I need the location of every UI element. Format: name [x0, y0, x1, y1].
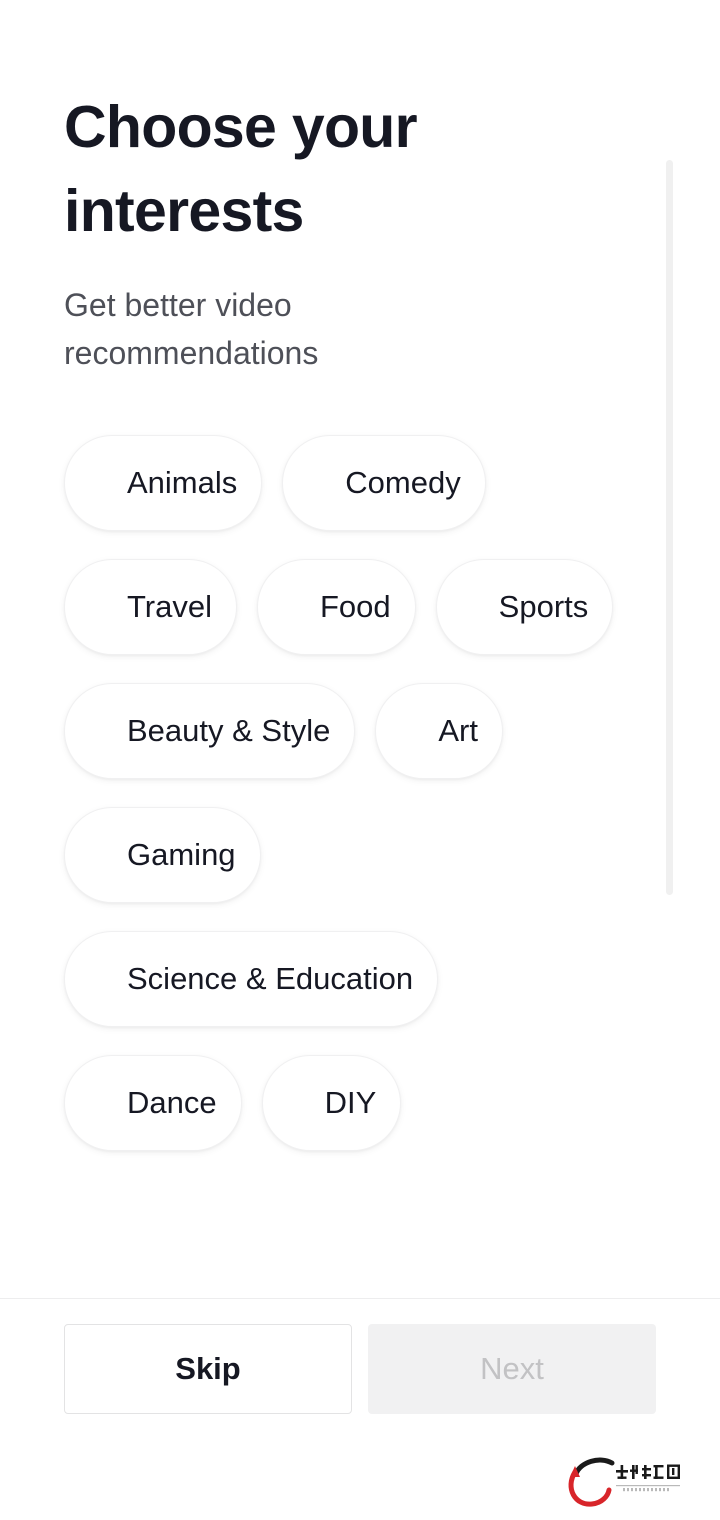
interest-chip-diy[interactable]: DIY [261, 1055, 402, 1151]
interest-chip-science-and-education[interactable]: Science & Education [64, 931, 439, 1027]
chip-label: Food [319, 589, 391, 624]
interest-chip-travel[interactable]: Travel [64, 559, 237, 655]
next-button: Next [368, 1324, 656, 1414]
page-subtitle: Get better video recommendations [64, 287, 319, 371]
interest-chip-art[interactable]: Art [375, 683, 503, 779]
chip-label: Travel [127, 589, 212, 624]
interest-chip-dance[interactable]: Dance [64, 1055, 242, 1151]
chip-label: Beauty & Style [127, 713, 331, 748]
scrollable-content: Choose your interests Get better video r… [0, 0, 720, 1298]
chip-label: Science & Education [127, 961, 414, 996]
chip-label: DIY [324, 1085, 377, 1120]
chip-label: Animals [127, 465, 238, 500]
interests-onboarding-screen: Choose your interests Get better video r… [0, 0, 720, 1520]
chip-label: Sports [498, 589, 589, 624]
footer-button-group: Skip Next [64, 1324, 656, 1414]
chip-label: Comedy [345, 465, 461, 500]
interest-chip-gaming[interactable]: Gaming [64, 807, 261, 903]
interest-chip-list: Animals Comedy Travel Food Sports Beauty… [0, 435, 660, 1151]
chip-label: Gaming [127, 837, 236, 872]
interest-chip-comedy[interactable]: Comedy [282, 435, 486, 531]
scrollbar-thumb[interactable] [666, 160, 673, 895]
interest-chip-sports[interactable]: Sports [435, 559, 614, 655]
chip-label: Art [438, 713, 478, 748]
interest-chip-beauty-and-style[interactable]: Beauty & Style [64, 683, 356, 779]
chip-label: Dance [127, 1085, 217, 1120]
page-title: Choose your interests [64, 94, 418, 244]
header: Choose your interests Get better video r… [0, 0, 720, 377]
interest-chip-animals[interactable]: Animals [64, 435, 263, 531]
footer-bar: Skip Next [0, 1298, 720, 1520]
interest-chip-food[interactable]: Food [256, 559, 416, 655]
skip-button[interactable]: Skip [64, 1324, 352, 1414]
